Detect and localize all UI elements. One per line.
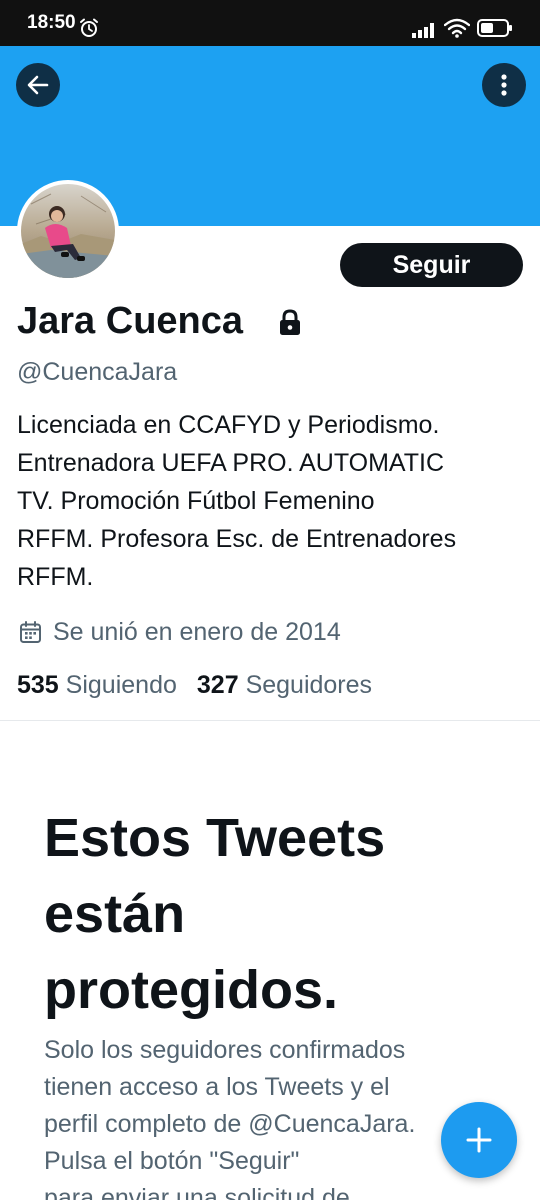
following-label: Siguiendo bbox=[65, 671, 177, 699]
profile-name: Jara Cuenca bbox=[17, 300, 244, 342]
profile-bio: Licenciada en CCAFYD y Periodismo. Entre… bbox=[17, 406, 527, 596]
calendar-icon bbox=[20, 621, 41, 643]
more-vertical-icon bbox=[501, 74, 507, 96]
compose-tweet-button[interactable] bbox=[441, 1102, 517, 1178]
protected-title: Estos Tweets están protegidos. bbox=[44, 800, 514, 1028]
battery-icon bbox=[477, 19, 512, 37]
follow-button[interactable]: Seguir bbox=[340, 243, 523, 287]
back-button[interactable] bbox=[16, 63, 60, 107]
bio-line: Entrenadora UEFA PRO. AUTOMATIC bbox=[17, 449, 445, 477]
protected-title-line: Estos Tweets bbox=[44, 808, 386, 868]
bio-line: RFFM. Profesora Esc. de Entrenadores bbox=[17, 525, 457, 553]
more-options-button[interactable] bbox=[482, 63, 526, 107]
following-count: 535 bbox=[17, 671, 59, 699]
profile-handle: @CuencaJara bbox=[17, 358, 178, 386]
divider bbox=[0, 720, 540, 721]
alarm-icon bbox=[80, 18, 98, 37]
avatar[interactable] bbox=[17, 180, 119, 282]
signal-icon bbox=[412, 23, 434, 38]
avatar-photo bbox=[21, 184, 115, 278]
bio-line: RFFM. bbox=[17, 563, 94, 591]
protected-desc-line: Solo los seguidores confirmados bbox=[44, 1036, 406, 1064]
arrow-left-icon bbox=[27, 75, 49, 95]
protected-desc-line: para enviar una solicitud de bbox=[44, 1184, 350, 1200]
protected-desc-line: tienen acceso a los Tweets y el bbox=[44, 1073, 390, 1101]
status-bar: 18:50 bbox=[0, 0, 540, 46]
profile-screen: 18:50 Seguir Jara Cuenca @CuencaJara Lic… bbox=[0, 0, 540, 1200]
protected-description: Solo los seguidores confirmados tienen a… bbox=[44, 1032, 514, 1200]
follow-stats: 535 Siguiendo 327 Seguidores bbox=[17, 671, 372, 700]
wifi-icon bbox=[444, 18, 470, 38]
joined-date: Se unió en enero de 2014 bbox=[53, 618, 341, 646]
bio-line: Licenciada en CCAFYD y Periodismo. bbox=[17, 411, 440, 439]
protected-title-line: protegidos. bbox=[44, 960, 338, 1020]
status-time: 18:50 bbox=[27, 12, 76, 33]
compose-plus-icon bbox=[466, 1127, 492, 1153]
followers-label: Seguidores bbox=[245, 671, 373, 699]
followers-count: 327 bbox=[196, 671, 239, 699]
bio-line: TV. Promoción Fútbol Femenino bbox=[17, 487, 375, 515]
followers-link[interactable]: 327 Seguidores bbox=[197, 671, 372, 699]
following-link[interactable]: 535 Siguiendo bbox=[17, 671, 177, 699]
protected-title-line: están bbox=[44, 884, 186, 944]
lock-icon bbox=[280, 309, 300, 335]
